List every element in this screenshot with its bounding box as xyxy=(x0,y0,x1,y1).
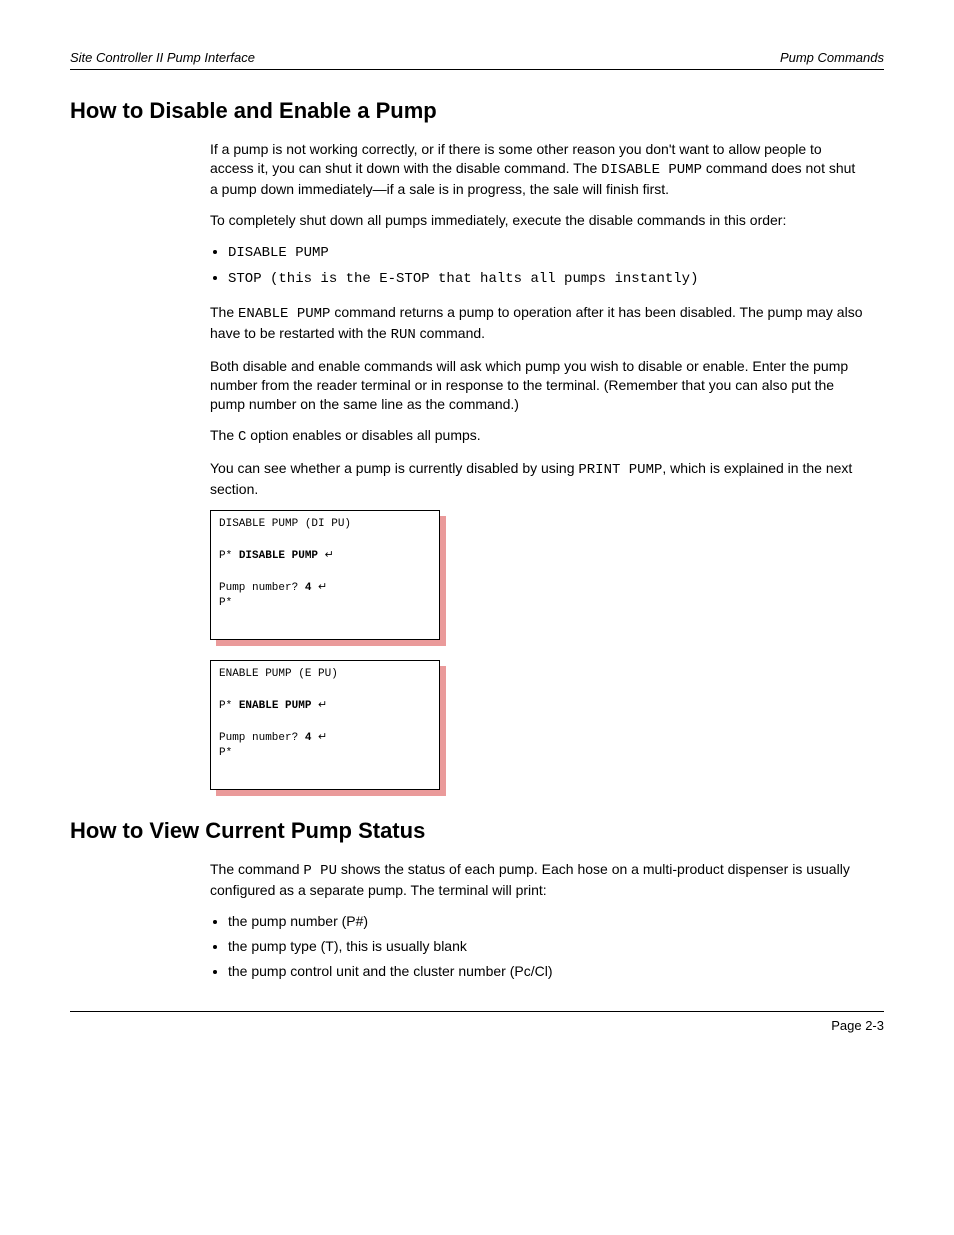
para-prompt-pump: Both disable and enable commands will as… xyxy=(210,357,864,414)
enter-icon: ↵ xyxy=(318,581,327,593)
enter-icon: ↵ xyxy=(318,699,327,711)
header-rule xyxy=(70,69,884,70)
enter-icon: ↵ xyxy=(318,731,327,743)
section-disable-enable-title: How to Disable and Enable a Pump xyxy=(70,98,884,124)
example-enable-pump: ENABLE PUMP (E PU) P* ENABLE PUMP ↵ Pump… xyxy=(210,660,440,790)
prompt-question: Pump number? xyxy=(219,732,305,744)
para-see-disabled: You can see whether a pump is currently … xyxy=(210,459,864,499)
text: The xyxy=(210,304,238,320)
cmd-text: STOP (this is the E-STOP that halts all … xyxy=(228,271,698,287)
prompt: P* xyxy=(219,550,239,562)
prompt-question: Pump number? xyxy=(219,582,305,594)
cmd-print-pump: PRINT PUMP xyxy=(578,462,662,478)
list-item: STOP (this is the E-STOP that halts all … xyxy=(228,268,864,289)
answer: 4 xyxy=(305,582,312,594)
para-enable: The ENABLE PUMP command returns a pump t… xyxy=(210,303,864,345)
disable-steps-list: DISABLE PUMP STOP (this is the E-STOP th… xyxy=(210,242,864,290)
page-number: Page 2-3 xyxy=(70,1018,884,1033)
text: You can see whether a pump is currently … xyxy=(210,460,578,476)
footer-rule xyxy=(70,1011,884,1012)
cmd-text: DISABLE PUMP xyxy=(228,245,329,261)
section-view-status-title: How to View Current Pump Status xyxy=(70,818,884,844)
list-item: DISABLE PUMP xyxy=(228,242,864,263)
prompt: P* xyxy=(219,597,232,609)
cmd-run: RUN xyxy=(391,327,416,343)
cmd-ppu: P PU xyxy=(303,863,337,879)
line1: ENABLE PUMP (E PU) xyxy=(219,668,338,680)
status-fields-list: the pump number (P#) the pump type (T), … xyxy=(210,912,864,981)
text: The command xyxy=(210,861,303,877)
cmd-disable-pump: DISABLE PUMP xyxy=(601,162,702,178)
para-ppu: The command P PU shows the status of eac… xyxy=(210,860,864,900)
list-item: the pump control unit and the cluster nu… xyxy=(228,962,864,981)
example-disable-pump: DISABLE PUMP (DI PU) P* DISABLE PUMP ↵ P… xyxy=(210,510,440,640)
text: The xyxy=(210,427,238,443)
para-shutdown-order: To completely shut down all pumps immedi… xyxy=(210,211,864,230)
prompt: P* xyxy=(219,700,239,712)
header-right: Pump Commands xyxy=(780,50,884,65)
text: option enables or disables all pumps. xyxy=(246,427,480,443)
terminal-output: ENABLE PUMP (E PU) P* ENABLE PUMP ↵ Pump… xyxy=(210,660,440,790)
text: command. xyxy=(416,325,485,341)
line1: DISABLE PUMP (DI PU) xyxy=(219,518,351,530)
para-c-option: The C option enables or disables all pum… xyxy=(210,426,864,447)
cmd-enable-pump: ENABLE PUMP xyxy=(238,306,330,322)
terminal-output: DISABLE PUMP (DI PU) P* DISABLE PUMP ↵ P… xyxy=(210,510,440,640)
para-intro: If a pump is not working correctly, or i… xyxy=(210,140,864,199)
list-item: the pump type (T), this is usually blank xyxy=(228,937,864,956)
answer: 4 xyxy=(305,732,312,744)
enter-icon: ↵ xyxy=(325,549,334,561)
prompt: P* xyxy=(219,747,232,759)
header-left: Site Controller II Pump Interface xyxy=(70,50,255,65)
list-item: the pump number (P#) xyxy=(228,912,864,931)
cmd: ENABLE PUMP xyxy=(239,700,312,712)
cmd: DISABLE PUMP xyxy=(239,550,318,562)
